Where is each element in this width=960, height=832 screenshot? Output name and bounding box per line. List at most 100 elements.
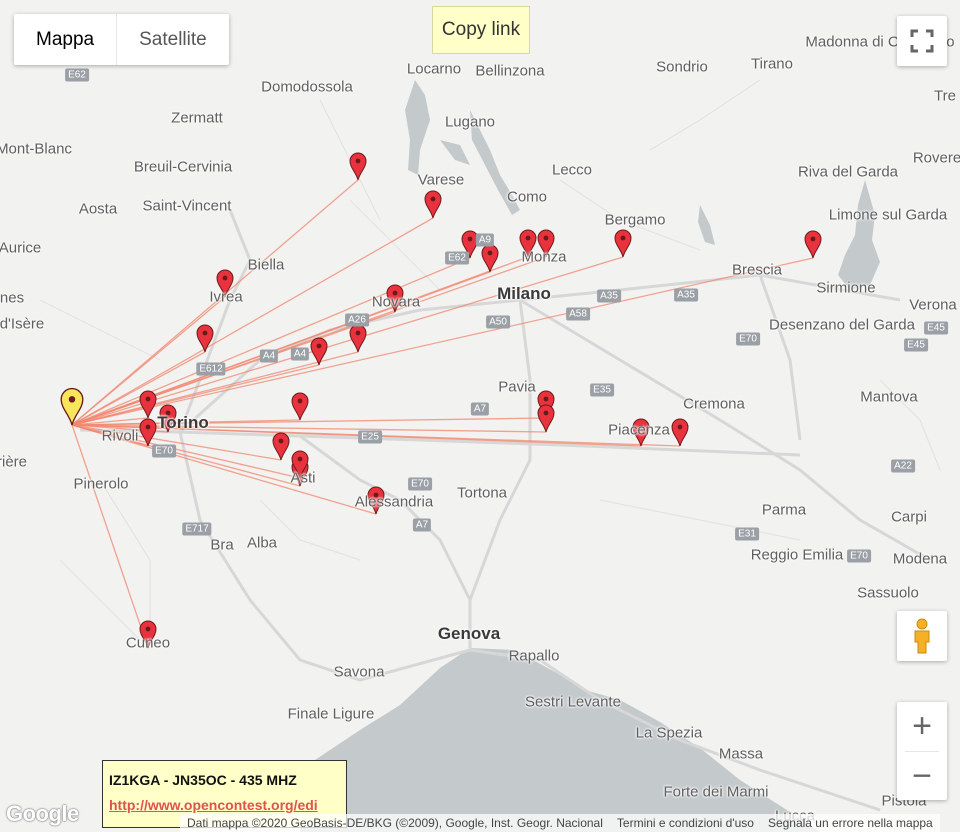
place-label: Verona bbox=[909, 296, 957, 314]
road-shield: A4 bbox=[259, 349, 279, 363]
place-label: Pinerolo bbox=[73, 475, 129, 493]
place-label: Riva del Garda bbox=[797, 163, 899, 181]
place-label: Bergamo bbox=[604, 211, 666, 229]
place-label: Novara bbox=[371, 293, 421, 311]
road-shield: E70 bbox=[152, 444, 176, 458]
place-label: Monza bbox=[521, 248, 567, 266]
place-label: Tre bbox=[934, 87, 956, 105]
road-shield: E45 bbox=[924, 321, 948, 335]
place-label: Breuil-Cervinia bbox=[133, 158, 233, 176]
road-shield: E25 bbox=[358, 430, 382, 444]
road-shield: A35 bbox=[674, 288, 698, 302]
place-label: Como bbox=[506, 188, 548, 206]
road-shield: E62 bbox=[65, 68, 89, 82]
place-label: d'Isère bbox=[0, 315, 45, 333]
road-shield: A22 bbox=[891, 459, 915, 473]
place-label: Savona bbox=[333, 663, 385, 681]
map-type-map-button[interactable]: Mappa bbox=[14, 14, 116, 65]
place-label: Sestri Levante bbox=[525, 693, 621, 711]
place-label: nes bbox=[0, 289, 25, 307]
place-label: Limone sul Garda bbox=[828, 206, 948, 224]
google-logo[interactable]: Google bbox=[6, 801, 79, 827]
place-label: Cuneo bbox=[125, 634, 171, 652]
place-label: Lugano bbox=[444, 113, 496, 131]
place-label: Bellinzona bbox=[475, 62, 545, 80]
place-label: Locarno bbox=[406, 60, 462, 78]
road-shield: A35 bbox=[597, 289, 621, 303]
place-label: Modena bbox=[892, 550, 948, 568]
place-label: Piacenza bbox=[608, 421, 670, 439]
place-label: Varese bbox=[417, 171, 465, 189]
place-label: Milano bbox=[497, 284, 551, 303]
road-shield: E45 bbox=[904, 338, 928, 352]
road-shield: A9 bbox=[475, 233, 495, 247]
place-label: Torino bbox=[157, 413, 209, 432]
place-label: Domodossola bbox=[261, 78, 353, 96]
plus-icon: + bbox=[912, 707, 932, 745]
road-shield: A4 bbox=[290, 347, 310, 361]
place-label: Parma bbox=[761, 501, 807, 519]
place-label: La Spezia bbox=[635, 724, 703, 742]
place-label: Mantova bbox=[860, 388, 918, 406]
place-label: Sirmione bbox=[816, 279, 876, 297]
place-label: Zermatt bbox=[171, 109, 223, 127]
fullscreen-button[interactable] bbox=[897, 16, 947, 66]
map-type-satellite-button[interactable]: Satellite bbox=[117, 14, 229, 65]
fullscreen-icon bbox=[910, 29, 934, 53]
place-label: rière bbox=[0, 453, 28, 471]
place-label: Ivrea bbox=[209, 288, 243, 306]
road-shield: E70 bbox=[736, 332, 760, 346]
place-label: Carpi bbox=[891, 508, 927, 526]
road-shield: A7 bbox=[470, 402, 490, 416]
place-label: Forte dei Marmi bbox=[663, 783, 769, 801]
road-shield: E612 bbox=[196, 362, 226, 376]
place-label: Genova bbox=[437, 624, 501, 643]
place-label: Pavia bbox=[498, 378, 536, 396]
place-label: Tirano bbox=[751, 55, 793, 73]
place-label: Sassuolo bbox=[857, 584, 919, 602]
street-view-button[interactable] bbox=[897, 611, 947, 661]
place-label: Rivoli bbox=[101, 427, 139, 445]
map-type-control: Mappa Satellite bbox=[14, 14, 229, 65]
place-label: Aurice bbox=[0, 239, 42, 257]
place-label: Asti bbox=[290, 469, 316, 487]
station-info-title: IZ1KGA - JN35OC - 435 MHZ bbox=[109, 772, 297, 788]
place-label: Bra bbox=[210, 536, 234, 554]
road-shield: A26 bbox=[345, 313, 369, 327]
place-label: Alessandria bbox=[354, 493, 434, 511]
place-label: Reggio Emilia bbox=[750, 546, 844, 564]
map-attribution: Dati mappa ©2020 GeoBasis-DE/BKG (©2009)… bbox=[180, 814, 610, 832]
terms-link[interactable]: Termini e condizioni d'uso bbox=[609, 814, 761, 832]
place-label: Massa bbox=[718, 745, 764, 763]
road-shield: A58 bbox=[566, 307, 590, 321]
road-shield: E31 bbox=[735, 527, 759, 541]
road-shield: E70 bbox=[847, 549, 871, 563]
map-canvas[interactable]: Locarno Bellinzona Sondrio Tirano Domodossol… bbox=[0, 0, 960, 832]
place-label: Sondrio bbox=[656, 58, 708, 76]
place-label: Finale Ligure bbox=[287, 705, 375, 723]
pegman-icon bbox=[914, 618, 930, 654]
place-label: Brescia bbox=[731, 261, 783, 279]
road-shield: A50 bbox=[486, 315, 510, 329]
road-shield: E35 bbox=[590, 383, 614, 397]
place-label: Aosta bbox=[78, 200, 118, 218]
place-label: Biella bbox=[247, 256, 285, 274]
copy-link-button[interactable]: Copy link bbox=[432, 6, 530, 54]
place-label: Lecco bbox=[551, 161, 593, 179]
zoom-in-button[interactable]: + bbox=[897, 702, 947, 751]
place-label: Rovere bbox=[912, 149, 960, 167]
place-label: Cremona bbox=[683, 395, 745, 413]
zoom-out-button[interactable]: − bbox=[897, 752, 947, 801]
road-shield: A7 bbox=[412, 518, 432, 532]
minus-icon: − bbox=[912, 757, 932, 795]
place-label: Mont-Blanc bbox=[0, 140, 72, 158]
road-shield: E62 bbox=[445, 251, 469, 265]
place-label: Tortona bbox=[456, 484, 508, 502]
place-label: Saint-Vincent bbox=[142, 197, 232, 215]
place-label: Rapallo bbox=[508, 647, 560, 665]
road-shield: E717 bbox=[182, 522, 212, 536]
zoom-control: + − bbox=[897, 702, 947, 800]
place-label: Alba bbox=[246, 534, 278, 552]
station-info-link[interactable]: http://www.opencontest.org/edi bbox=[109, 797, 318, 813]
report-error-link[interactable]: Segnala un errore nella mappa bbox=[760, 814, 940, 832]
